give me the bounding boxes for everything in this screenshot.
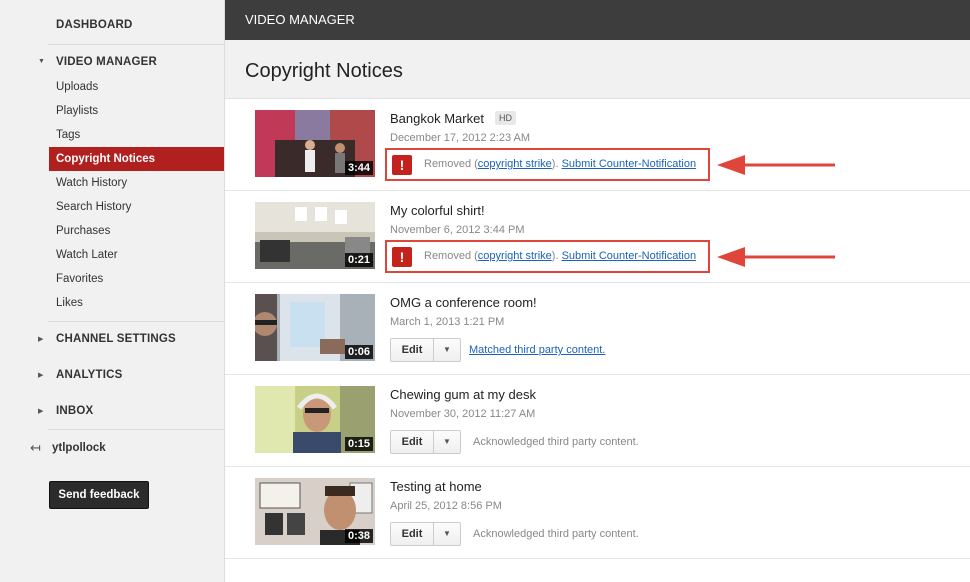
video-row: 0:38 Testing at home April 25, 2012 8:56…	[225, 467, 970, 559]
page-title: Copyright Notices	[245, 60, 403, 82]
sidebar-dashboard[interactable]: DASHBOARD	[56, 19, 133, 31]
video-date: November 6, 2012 3:44 PM	[390, 224, 525, 236]
sidebar-item-search-history[interactable]: Search History	[49, 195, 224, 219]
sidebar-video-manager[interactable]: VIDEO MANAGER	[56, 56, 157, 68]
collapsed-triangle-icon[interactable]: ▶	[38, 335, 43, 343]
annotation-arrow-icon	[717, 155, 835, 175]
sidebar-item-favorites[interactable]: Favorites	[49, 267, 224, 291]
edit-button-group: Edit ▼	[390, 338, 461, 362]
sidebar-item-purchases[interactable]: Purchases	[49, 219, 224, 243]
video-list: 3:44 Bangkok Market HD December 17, 2012…	[225, 99, 970, 582]
sidebar-item-likes[interactable]: Likes	[49, 291, 224, 315]
video-title[interactable]: OMG a conference room!	[390, 295, 537, 310]
removed-notice: ! Removed (copyright strike). Submit Cou…	[385, 148, 710, 181]
channel-username[interactable]: ytlpollock	[52, 442, 106, 454]
video-duration: 0:15	[344, 437, 373, 451]
video-thumbnail[interactable]: 0:15	[255, 386, 375, 453]
send-feedback-button[interactable]: Send feedback	[49, 481, 149, 509]
video-duration: 3:44	[344, 161, 373, 175]
hd-badge: HD	[495, 111, 516, 125]
video-thumbnail[interactable]: 0:38	[255, 478, 375, 545]
video-duration: 0:38	[344, 529, 373, 543]
removed-suffix: ).	[551, 250, 562, 262]
sidebar-item-watch-history[interactable]: Watch History	[49, 171, 224, 195]
sidebar-divider	[48, 429, 224, 430]
video-row: 0:15 Chewing gum at my desk November 30,…	[225, 375, 970, 467]
video-title[interactable]: Chewing gum at my desk	[390, 387, 536, 402]
video-date: November 30, 2012 11:27 AM	[390, 408, 536, 420]
removed-prefix: Removed (	[424, 250, 478, 262]
copyright-strike-link[interactable]: copyright strike	[478, 250, 552, 262]
warning-icon: !	[392, 247, 412, 267]
edit-button[interactable]: Edit	[391, 431, 434, 453]
warning-icon: !	[392, 155, 412, 175]
top-bar: VIDEO MANAGER	[225, 0, 970, 40]
sidebar-item-watch-later[interactable]: Watch Later	[49, 243, 224, 267]
removed-suffix: ).	[551, 158, 562, 170]
removed-status: Removed (copyright strike). Submit Count…	[424, 250, 696, 262]
video-title[interactable]: My colorful shirt!	[390, 203, 485, 218]
top-bar-title: VIDEO MANAGER	[245, 12, 355, 27]
edit-button[interactable]: Edit	[391, 523, 434, 545]
video-thumbnail[interactable]: 3:44	[255, 110, 375, 177]
video-date: December 17, 2012 2:23 AM	[390, 132, 531, 144]
status-text: Acknowledged third party content.	[473, 436, 639, 448]
edit-button-group: Edit ▼	[390, 522, 461, 546]
back-arrow-icon[interactable]: ↤	[30, 440, 41, 456]
sidebar: DASHBOARD ▼ VIDEO MANAGER Uploads Playli…	[0, 0, 225, 582]
collapsed-triangle-icon[interactable]: ▶	[38, 407, 43, 415]
sidebar-inbox[interactable]: INBOX	[56, 405, 93, 417]
chevron-down-icon[interactable]: ▼	[434, 431, 460, 453]
counter-notification-link[interactable]: Submit Counter-Notification	[562, 158, 697, 170]
counter-notification-link[interactable]: Submit Counter-Notification	[562, 250, 697, 262]
removed-status: Removed (copyright strike). Submit Count…	[424, 158, 696, 170]
sidebar-item-playlists[interactable]: Playlists	[49, 99, 224, 123]
annotation-arrow-icon	[717, 247, 835, 267]
page-header: Copyright Notices	[225, 40, 970, 99]
sidebar-channel-settings[interactable]: CHANNEL SETTINGS	[56, 333, 176, 345]
video-duration: 0:21	[344, 253, 373, 267]
video-row: 3:44 Bangkok Market HD December 17, 2012…	[225, 99, 970, 191]
chevron-down-icon[interactable]: ▼	[434, 339, 460, 361]
removed-notice: ! Removed (copyright strike). Submit Cou…	[385, 240, 710, 273]
copyright-strike-link[interactable]: copyright strike	[478, 158, 552, 170]
video-duration: 0:06	[344, 345, 373, 359]
edit-button-group: Edit ▼	[390, 430, 461, 454]
status-text: Acknowledged third party content.	[473, 528, 639, 540]
chevron-down-icon[interactable]: ▼	[434, 523, 460, 545]
video-title[interactable]: Bangkok Market	[390, 111, 484, 126]
sidebar-divider	[48, 44, 224, 45]
sidebar-item-tags[interactable]: Tags	[49, 123, 224, 147]
sidebar-item-copyright-notices[interactable]: Copyright Notices	[49, 147, 224, 171]
removed-prefix: Removed (	[424, 158, 478, 170]
video-row: 0:06 OMG a conference room! March 1, 201…	[225, 283, 970, 375]
video-thumbnail[interactable]: 0:21	[255, 202, 375, 269]
video-thumbnail[interactable]: 0:06	[255, 294, 375, 361]
video-title[interactable]: Testing at home	[390, 479, 482, 494]
collapsed-triangle-icon[interactable]: ▶	[38, 371, 43, 379]
sidebar-analytics[interactable]: ANALYTICS	[56, 369, 123, 381]
sidebar-divider	[48, 321, 224, 322]
expanded-triangle-icon[interactable]: ▼	[38, 58, 45, 65]
video-date: April 25, 2012 8:56 PM	[390, 500, 502, 512]
video-date: March 1, 2013 1:21 PM	[390, 316, 505, 328]
edit-button[interactable]: Edit	[391, 339, 434, 361]
sidebar-item-uploads[interactable]: Uploads	[49, 75, 224, 99]
matched-content-link[interactable]: Matched third party content.	[469, 344, 605, 356]
video-row: 0:21 My colorful shirt! November 6, 2012…	[225, 191, 970, 283]
